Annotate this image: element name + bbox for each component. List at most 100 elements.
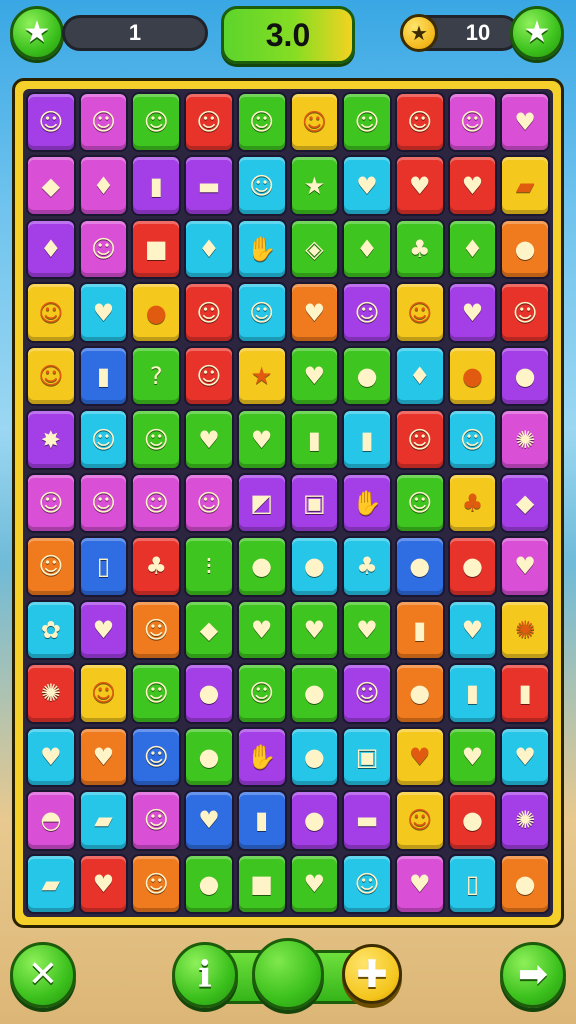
tile[interactable]: ♥ xyxy=(184,790,234,851)
tile[interactable]: ● xyxy=(500,853,550,914)
tile[interactable]: ☺ xyxy=(131,472,182,534)
tile[interactable]: ♥ xyxy=(447,155,498,216)
tile[interactable]: ● xyxy=(394,663,445,724)
tile[interactable]: ◩ xyxy=(236,472,287,534)
tile[interactable]: ☺ xyxy=(394,282,445,343)
tile[interactable]: ♥ xyxy=(394,155,445,216)
tile[interactable]: ♥ xyxy=(394,853,445,914)
tile[interactable]: ♣ xyxy=(394,218,445,280)
tile[interactable]: ✸ xyxy=(26,409,76,470)
tile[interactable]: ● xyxy=(184,663,234,724)
tile[interactable]: ♥ xyxy=(78,599,129,661)
tile[interactable]: ☺ xyxy=(394,92,445,153)
tile[interactable]: ◆ xyxy=(26,155,76,216)
tile[interactable]: ▮ xyxy=(447,663,498,724)
tile[interactable]: ☺ xyxy=(131,663,182,724)
tile[interactable]: ♥ xyxy=(78,282,129,343)
tile[interactable]: ● xyxy=(289,726,340,788)
tile[interactable]: ● xyxy=(131,282,182,343)
tile[interactable]: ◆ xyxy=(184,599,234,661)
star-shop-button[interactable]: ★ xyxy=(510,6,564,60)
tile[interactable]: ⁝ xyxy=(184,536,234,597)
tile[interactable]: ✺ xyxy=(26,663,76,724)
tile[interactable]: ● xyxy=(236,536,287,597)
tile[interactable]: ☺ xyxy=(131,726,182,788)
tile[interactable]: ☺ xyxy=(236,663,287,724)
tile[interactable]: ♥ xyxy=(342,599,392,661)
tile[interactable]: ☺ xyxy=(184,472,234,534)
star-menu-button[interactable]: ★ xyxy=(10,6,64,60)
tile[interactable]: ▣ xyxy=(289,472,340,534)
tile[interactable]: ● xyxy=(289,790,340,851)
tile[interactable]: ☺ xyxy=(131,409,182,470)
tile[interactable]: ▮ xyxy=(342,409,392,470)
tile[interactable]: ▮ xyxy=(131,155,182,216)
tile[interactable]: ♦ xyxy=(78,155,129,216)
tile[interactable]: ● xyxy=(342,345,392,407)
tile[interactable]: ☺ xyxy=(342,853,392,914)
tile[interactable]: ● xyxy=(447,790,498,851)
tile[interactable]: ☺ xyxy=(26,345,76,407)
tile[interactable]: ▮ xyxy=(236,790,287,851)
tile[interactable]: ♥ xyxy=(447,726,498,788)
tile[interactable]: ☺ xyxy=(447,92,498,153)
tile[interactable]: ▬ xyxy=(184,155,234,216)
tile[interactable]: ♦ xyxy=(447,218,498,280)
tile[interactable]: ★ xyxy=(289,155,340,216)
tile[interactable]: ★ xyxy=(236,345,287,407)
tile[interactable]: ☺ xyxy=(236,155,287,216)
tile[interactable]: ♥ xyxy=(289,345,340,407)
tile[interactable]: ♦ xyxy=(26,218,76,280)
tile[interactable]: ▮ xyxy=(394,599,445,661)
tile[interactable]: ▮ xyxy=(289,409,340,470)
tile[interactable]: ✺ xyxy=(500,790,550,851)
tile[interactable]: ☺ xyxy=(78,409,129,470)
tile[interactable]: ■ xyxy=(131,218,182,280)
tile[interactable]: ● xyxy=(447,536,498,597)
tile[interactable]: ✺ xyxy=(500,409,550,470)
tile[interactable]: ☺ xyxy=(78,92,129,153)
tile[interactable]: ☺ xyxy=(26,472,76,534)
tile[interactable]: ✋ xyxy=(236,218,287,280)
tile[interactable]: ♥ xyxy=(184,409,234,470)
tile[interactable]: ♦ xyxy=(394,345,445,407)
tile[interactable]: ☺ xyxy=(131,853,182,914)
tile[interactable]: ● xyxy=(394,536,445,597)
tile[interactable]: ✋ xyxy=(236,726,287,788)
tile[interactable]: ☺ xyxy=(342,92,392,153)
tile[interactable]: ☺ xyxy=(184,92,234,153)
tile[interactable]: ▰ xyxy=(78,790,129,851)
tile[interactable]: ▮ xyxy=(500,663,550,724)
tile[interactable]: ☺ xyxy=(78,218,129,280)
tile[interactable]: ♥ xyxy=(394,726,445,788)
tile[interactable]: ♥ xyxy=(236,409,287,470)
tile[interactable]: ● xyxy=(184,726,234,788)
tile[interactable]: ▰ xyxy=(500,155,550,216)
tile[interactable]: ■ xyxy=(236,853,287,914)
tile[interactable]: ☺ xyxy=(184,345,234,407)
tile[interactable]: ▯ xyxy=(447,853,498,914)
tile[interactable]: ● xyxy=(289,536,340,597)
next-button[interactable]: ➡ xyxy=(500,942,566,1008)
tile[interactable]: ☺ xyxy=(131,790,182,851)
tile[interactable]: ◓ xyxy=(26,790,76,851)
tile[interactable]: ▬ xyxy=(342,790,392,851)
tile[interactable]: ☺ xyxy=(26,536,76,597)
tile[interactable]: ♥ xyxy=(500,536,550,597)
tile[interactable]: ● xyxy=(289,663,340,724)
tile[interactable]: ☺ xyxy=(131,92,182,153)
tile[interactable]: ♥ xyxy=(447,282,498,343)
power-slider-knob[interactable] xyxy=(252,938,324,1010)
tile[interactable]: ♥ xyxy=(289,599,340,661)
tile[interactable]: ◈ xyxy=(289,218,340,280)
tile[interactable]: ☺ xyxy=(447,409,498,470)
tile[interactable]: ♥ xyxy=(500,92,550,153)
tile[interactable]: ☺ xyxy=(131,599,182,661)
tile[interactable]: ☺ xyxy=(394,472,445,534)
tile[interactable]: ♥ xyxy=(447,599,498,661)
tile[interactable]: ♦ xyxy=(342,218,392,280)
tile[interactable]: ☺ xyxy=(394,790,445,851)
tile[interactable]: ♥ xyxy=(500,726,550,788)
tile[interactable]: ☺ xyxy=(184,282,234,343)
tile[interactable]: ☺ xyxy=(342,663,392,724)
